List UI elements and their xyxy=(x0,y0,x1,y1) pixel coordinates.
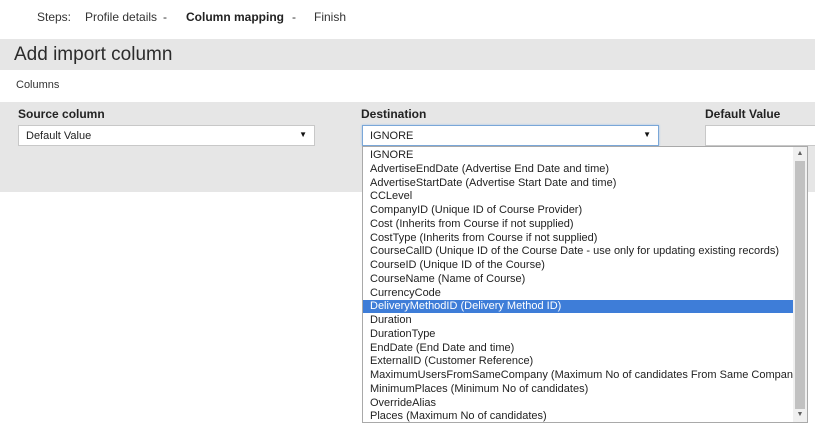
dropdown-option[interactable]: CCLevel xyxy=(363,190,794,203)
scroll-up-arrow-icon[interactable]: ▲ xyxy=(793,148,807,160)
dropdown-option[interactable]: CurrencyCode xyxy=(363,287,794,300)
destination-dropdown-list[interactable]: IGNORE AdvertiseEndDate (Advertise End D… xyxy=(362,146,808,423)
dropdown-option[interactable]: CostType (Inherits from Course if not su… xyxy=(363,232,794,245)
dropdown-option[interactable]: CourseID (Unique ID of the Course) xyxy=(363,259,794,272)
dropdown-option[interactable]: Cost (Inherits from Course if not suppli… xyxy=(363,218,794,231)
dropdown-option[interactable]: IGNORE xyxy=(363,149,794,162)
caret-down-icon: ▼ xyxy=(299,130,307,139)
scrollbar-thumb[interactable] xyxy=(795,161,805,409)
step-finish[interactable]: Finish xyxy=(314,10,346,24)
step-separator: - xyxy=(292,10,296,24)
step-column-mapping: Column mapping xyxy=(186,10,284,24)
source-column-value: Default Value xyxy=(26,130,92,142)
dropdown-option[interactable]: MaximumUsersFromSameCompany (Maximum No … xyxy=(363,369,802,382)
source-column-select[interactable]: Default Value ▼ xyxy=(18,125,315,146)
dropdown-option[interactable]: Duration xyxy=(363,314,794,327)
dropdown-option[interactable]: DurationType xyxy=(363,328,794,341)
default-value-label: Default Value xyxy=(705,107,781,121)
dropdown-scrollbar[interactable]: ▲ ▼ xyxy=(793,147,807,422)
dropdown-option[interactable]: ExternalID (Customer Reference) xyxy=(363,355,794,368)
dropdown-option[interactable]: CourseCallD (Unique ID of the Course Dat… xyxy=(363,245,794,258)
page-title: Add import column xyxy=(14,44,173,65)
steps-label: Steps: xyxy=(37,10,72,24)
dropdown-option[interactable]: AdvertiseEndDate (Advertise End Date and… xyxy=(363,163,794,176)
step-separator: - xyxy=(163,10,167,24)
wizard-steps: Steps: Profile details - Column mapping … xyxy=(0,0,815,38)
dropdown-option[interactable]: CompanyID (Unique ID of Course Provider) xyxy=(363,204,794,217)
destination-select[interactable]: IGNORE ▼ xyxy=(362,125,659,146)
section-label: Columns xyxy=(16,79,60,91)
dropdown-option-highlighted[interactable]: DeliveryMethodID (Delivery Method ID) xyxy=(363,300,794,313)
scroll-down-arrow-icon[interactable]: ▼ xyxy=(793,409,807,421)
dropdown-option[interactable]: CourseName (Name of Course) xyxy=(363,273,794,286)
dropdown-option[interactable]: AdvertiseStartDate (Advertise Start Date… xyxy=(363,177,794,190)
destination-value: IGNORE xyxy=(370,130,414,142)
step-profile-details[interactable]: Profile details xyxy=(85,10,157,24)
dropdown-option[interactable]: MinimumPlaces (Minimum No of candidates) xyxy=(363,383,794,396)
destination-label: Destination xyxy=(361,107,427,121)
dropdown-option[interactable]: EndDate (End Date and time) xyxy=(363,342,794,355)
source-column-label: Source column xyxy=(18,107,105,121)
caret-down-icon: ▼ xyxy=(643,130,651,139)
dropdown-option[interactable]: Places (Maximum No of candidates) xyxy=(363,410,794,422)
dropdown-option[interactable]: OverrideAlias xyxy=(363,397,794,410)
default-value-input[interactable] xyxy=(705,125,815,146)
